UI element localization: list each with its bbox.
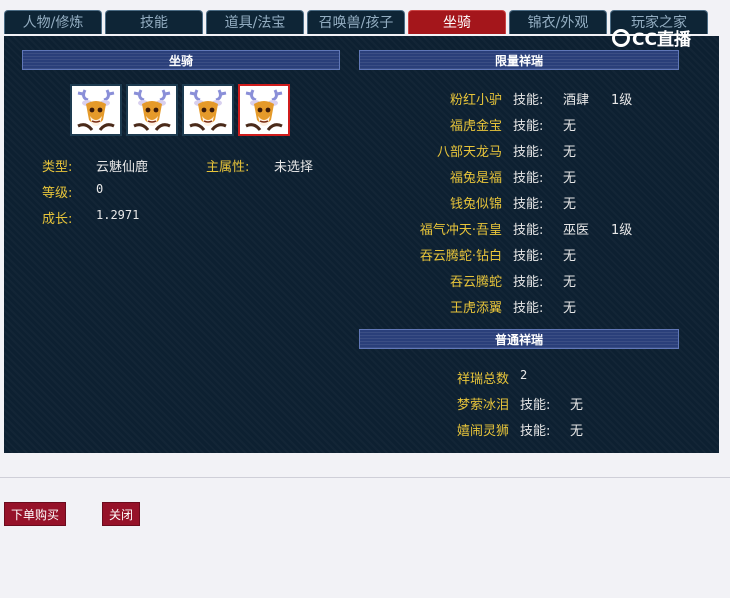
skill-label: 技能: bbox=[513, 301, 544, 316]
tab-mounts[interactable]: 坐骑 bbox=[408, 10, 506, 34]
skill-level: 1级 bbox=[611, 93, 633, 108]
skill-label: 技能: bbox=[520, 398, 551, 413]
list-item: 粉红小驴 技能: 酒肆 1级 bbox=[4, 89, 719, 108]
list-item: 吞云腾蛇·钻白 技能: 无 bbox=[4, 245, 719, 264]
tab-bar: 人物/修炼 技能 道具/法宝 召唤兽/孩子 坐骑 锦衣/外观 玩家之家 bbox=[4, 10, 716, 36]
skill-value: 无 bbox=[563, 301, 577, 316]
skill-value: 无 bbox=[570, 398, 584, 413]
cc-live-logo: CC直播 bbox=[612, 29, 712, 51]
skill-label: 技能: bbox=[513, 93, 544, 108]
list-item: 嬉闹灵狮 技能: 无 bbox=[4, 420, 719, 439]
tab-skills[interactable]: 技能 bbox=[105, 10, 203, 34]
list-item: 梦萦冰泪 技能: 无 bbox=[4, 394, 719, 413]
list-item: 钱兔似锦 技能: 无 bbox=[4, 193, 719, 212]
item-name: 吞云腾蛇·钻白 bbox=[419, 249, 502, 264]
list-item: 王虎添翼 技能: 无 bbox=[4, 297, 719, 316]
skill-value: 无 bbox=[563, 275, 577, 290]
normal-header: 普通祥瑞 bbox=[359, 329, 679, 349]
skill-value: 无 bbox=[563, 119, 577, 134]
skill-value: 无 bbox=[563, 197, 577, 212]
item-name: 福气冲天·吾皇 bbox=[419, 223, 502, 238]
skill-label: 技能: bbox=[513, 223, 544, 238]
list-item: 福兔是福 技能: 无 bbox=[4, 167, 719, 186]
list-item: 八部天龙马 技能: 无 bbox=[4, 141, 719, 160]
item-name: 梦萦冰泪 bbox=[456, 398, 509, 413]
close-button[interactable]: 关闭 bbox=[102, 502, 140, 526]
mount-panel: 坐骑 类型: 云魅仙鹿 主属性: 未选择 等级: 0 成长: 1.2971 限量… bbox=[4, 36, 719, 453]
skill-label: 技能: bbox=[513, 249, 544, 264]
total-value: 2 bbox=[520, 368, 528, 382]
tab-items[interactable]: 道具/法宝 bbox=[206, 10, 304, 34]
skill-value: 无 bbox=[563, 171, 577, 186]
skill-value: 巫医 bbox=[563, 223, 590, 238]
tab-character[interactable]: 人物/修炼 bbox=[4, 10, 102, 34]
mount-header: 坐骑 bbox=[22, 50, 340, 70]
skill-label: 技能: bbox=[513, 119, 544, 134]
skill-level: 1级 bbox=[611, 223, 633, 238]
logo-icon bbox=[612, 29, 630, 47]
skill-value: 无 bbox=[563, 145, 577, 160]
skill-value: 无 bbox=[563, 249, 577, 264]
item-name: 吞云腾蛇 bbox=[449, 275, 502, 290]
skill-value: 无 bbox=[570, 424, 584, 439]
skill-label: 技能: bbox=[520, 424, 551, 439]
item-name: 嬉闹灵狮 bbox=[456, 424, 509, 439]
logo-text: CC直播 bbox=[632, 30, 691, 50]
skill-label: 技能: bbox=[513, 275, 544, 290]
list-item: 吞云腾蛇 技能: 无 bbox=[4, 271, 719, 290]
skill-value: 酒肆 bbox=[563, 93, 590, 108]
item-name: 王虎添翼 bbox=[449, 301, 502, 316]
list-item: 福气冲天·吾皇 技能: 巫医 1级 bbox=[4, 219, 719, 238]
skill-label: 技能: bbox=[513, 145, 544, 160]
item-name: 福虎金宝 bbox=[449, 119, 502, 134]
skill-label: 技能: bbox=[513, 197, 544, 212]
item-name: 八部天龙马 bbox=[436, 145, 502, 160]
limited-header: 限量祥瑞 bbox=[359, 50, 679, 70]
tab-pets[interactable]: 召唤兽/孩子 bbox=[307, 10, 405, 34]
item-name: 钱兔似锦 bbox=[449, 197, 502, 212]
item-name: 福兔是福 bbox=[449, 171, 502, 186]
total-label: 祥瑞总数 bbox=[456, 372, 509, 387]
divider bbox=[0, 477, 730, 478]
item-name: 粉红小驴 bbox=[449, 93, 502, 108]
buy-button[interactable]: 下单购买 bbox=[4, 502, 66, 526]
list-item: 福虎金宝 技能: 无 bbox=[4, 115, 719, 134]
skill-label: 技能: bbox=[513, 171, 544, 186]
tab-outfits[interactable]: 锦衣/外观 bbox=[509, 10, 607, 34]
total-row: 祥瑞总数 2 bbox=[4, 368, 719, 387]
